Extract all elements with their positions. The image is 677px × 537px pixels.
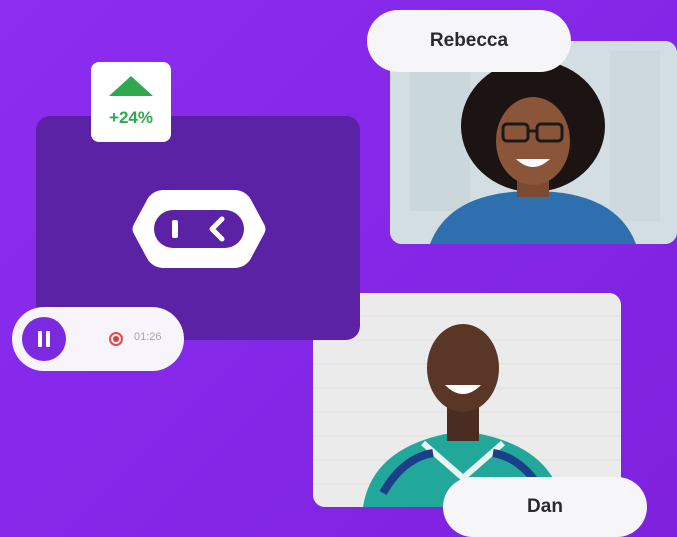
app-promo-canvas: { "stat_card": { "value": "+24%", "icon"…: [0, 0, 677, 537]
pause-icon: [38, 331, 42, 347]
brand-logo-icon: [132, 190, 266, 268]
recording-timer: 01:26: [134, 331, 162, 343]
growth-value: +24%: [109, 108, 153, 127]
record-icon: [109, 332, 123, 346]
up-arrow-icon: [109, 76, 153, 96]
pause-button[interactable]: [22, 317, 66, 361]
growth-stat-card: +24%: [91, 62, 171, 142]
pause-icon-bar: [46, 331, 50, 347]
participant-name-rebecca: Rebecca: [367, 10, 571, 72]
recording-controls: 01:26: [12, 307, 184, 371]
participant-name-dan: Dan: [443, 477, 647, 537]
